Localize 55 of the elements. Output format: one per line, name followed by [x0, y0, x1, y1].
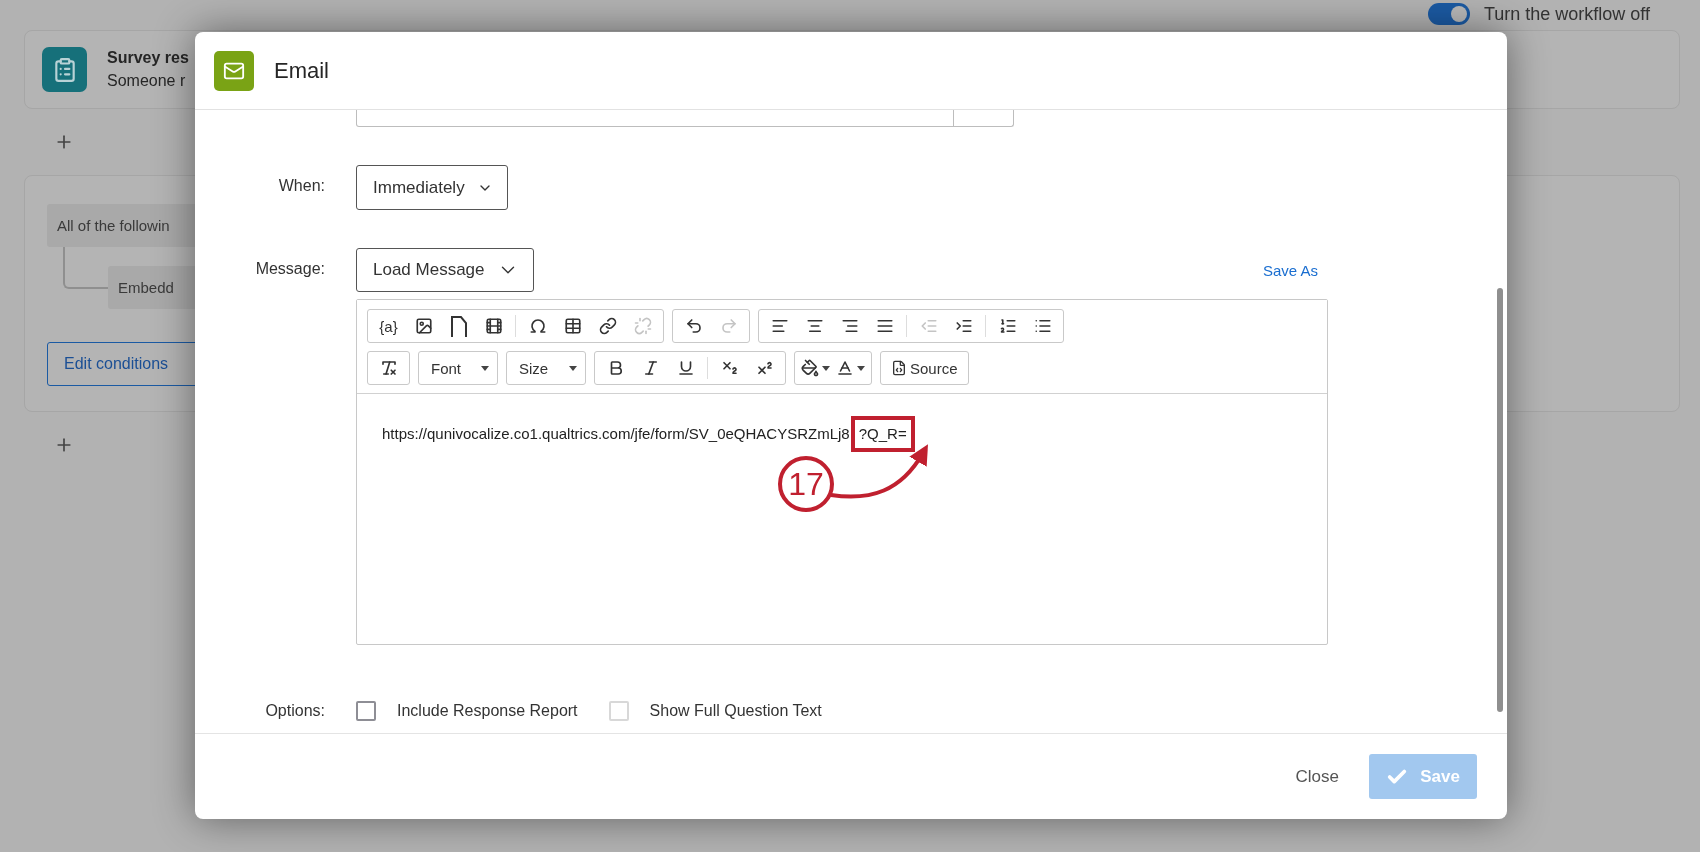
step-number: 17 [778, 456, 834, 512]
table-icon [563, 317, 582, 335]
caret-icon [569, 365, 577, 371]
align-right-icon [840, 317, 859, 335]
workflow-toggle[interactable] [1427, 3, 1470, 25]
close-button[interactable]: Close [1287, 758, 1347, 795]
scrollbar[interactable] [1497, 288, 1503, 712]
when-select[interactable]: Immediately [356, 165, 508, 210]
subscript-icon [720, 359, 739, 377]
message-text: https://qunivocalize.co1.qualtrics.com/jfe/form/SV_0eQHACYSRZmLj8 ?Q_R= [382, 416, 1327, 452]
dropdown-select[interactable]: Size [511, 354, 581, 382]
align-left-icon [770, 317, 789, 335]
field-label: Message: [254, 259, 325, 278]
caret-icon [857, 365, 865, 371]
caret-icon [481, 365, 489, 371]
paint-bucket-icon [801, 359, 819, 377]
source-button[interactable]: Source [885, 354, 964, 382]
align-justify-icon [875, 317, 894, 335]
underline-icon [676, 359, 695, 377]
subject-field[interactable] [356, 110, 1014, 127]
omega-icon [528, 317, 547, 335]
page-icon [449, 315, 468, 337]
toggle-label: Turn the workflow off [1483, 3, 1650, 25]
field-label: When: [277, 176, 325, 195]
clipboard-icon [42, 47, 87, 92]
outdent-icon [919, 317, 938, 335]
checkbox-label: Show Full Question Text [649, 702, 822, 720]
clear-format-icon [379, 359, 398, 377]
align-center-icon [805, 317, 824, 335]
checkbox-label: Include Response Report [397, 702, 578, 720]
field-label: Options: [264, 702, 325, 720]
numbered-list-icon [998, 317, 1017, 335]
dropdown-select[interactable]: Font [423, 354, 493, 382]
text-color-icon [836, 359, 854, 377]
highlight-box: ?Q_R= [850, 416, 915, 452]
unlink-icon [633, 317, 652, 335]
undo-icon [684, 317, 703, 335]
caret-icon [822, 365, 830, 371]
trigger-title: Survey res [107, 49, 189, 67]
superscript-icon [755, 359, 774, 377]
link-icon [598, 317, 617, 335]
mail-icon [214, 50, 254, 91]
film-icon [484, 317, 503, 335]
indent-icon [954, 317, 973, 335]
variable-button[interactable]: {a} [372, 312, 405, 340]
load-message-select[interactable]: Load Message [356, 248, 534, 292]
trigger-subtitle: Someone r [107, 72, 187, 90]
image-icon [414, 317, 433, 335]
dialog-title: Email [274, 57, 329, 84]
bullet-list-icon [1033, 317, 1052, 335]
message-editor[interactable]: {a} Font Size Source https://qunivocalize.co1.qualtrics.com/jfe/form/SV_0eQHACYSRZmLj8 ?Q_R= 17 [356, 299, 1328, 645]
checkbox[interactable] [356, 701, 376, 721]
code-file-icon [891, 360, 907, 376]
save-as-link[interactable]: Save As [1262, 261, 1318, 279]
redo-icon [719, 317, 738, 335]
